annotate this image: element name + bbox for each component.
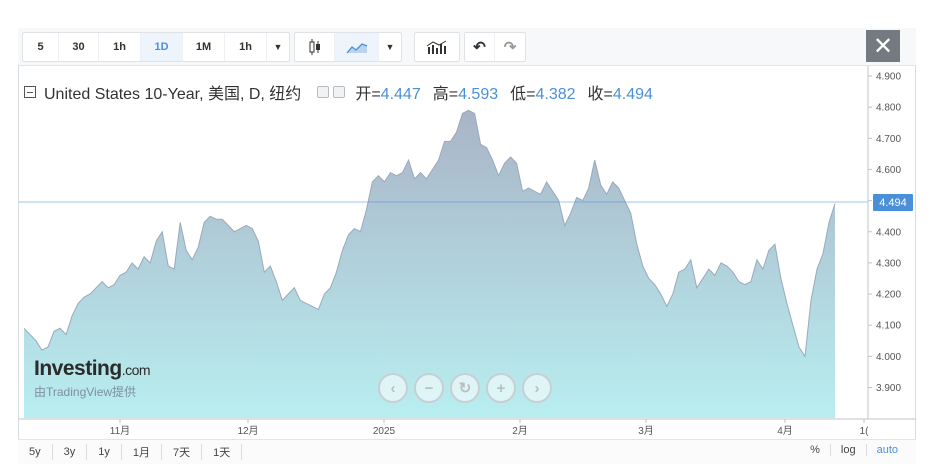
indicators-group bbox=[414, 32, 460, 62]
high-number: 4.593 bbox=[458, 86, 499, 103]
undo-icon: ↶ bbox=[473, 39, 486, 56]
x-tick-label: 4月 bbox=[777, 425, 793, 437]
open-number: 4.447 bbox=[380, 86, 421, 103]
chevron-down-icon: ▼ bbox=[273, 42, 283, 52]
y-tick-label: 4.200 bbox=[876, 290, 901, 301]
x-tick-label: 1( bbox=[860, 426, 870, 437]
eye-icon[interactable] bbox=[317, 86, 330, 98]
last-price-tag: 4.494 bbox=[873, 194, 913, 211]
scroll-left-button[interactable]: ‹ bbox=[378, 373, 408, 403]
x-tick-label: 2月 bbox=[512, 425, 528, 437]
collapse-legend-icon[interactable] bbox=[24, 86, 36, 98]
high-label: 高= bbox=[432, 86, 459, 103]
y-tick-label: 3.900 bbox=[876, 383, 901, 394]
low-label: 低= bbox=[510, 86, 536, 103]
low-value: 低=4.382 bbox=[510, 80, 575, 104]
log-scale-toggle[interactable]: log bbox=[829, 444, 866, 456]
close-value: 收=4.494 bbox=[588, 80, 653, 104]
chart-type-group: ▼ bbox=[294, 32, 402, 62]
zoom-out-button[interactable]: − bbox=[414, 373, 444, 403]
series-title: United States 10-Year, 美国, D, 纽约 bbox=[44, 86, 302, 103]
y-tick-label: 4.800 bbox=[876, 103, 901, 114]
plus-icon: + bbox=[496, 379, 506, 397]
close-button[interactable]: ✕ bbox=[866, 30, 900, 62]
chevron-left-icon: ‹ bbox=[390, 379, 396, 397]
chart-type-dropdown-button[interactable]: ▼ bbox=[379, 33, 401, 61]
undo-button[interactable]: ↶ bbox=[465, 33, 495, 61]
open-label: 开= bbox=[355, 86, 381, 103]
interval-group: 5 30 1h 1D 1M 1h ▼ bbox=[22, 32, 290, 62]
range-bar: 5y 3y 1y 1月 7天 1天 % log auto bbox=[18, 439, 916, 464]
low-number: 4.382 bbox=[535, 86, 576, 103]
interval-1h-dropdown[interactable]: 1h bbox=[225, 33, 267, 61]
area-chart-button[interactable] bbox=[335, 33, 379, 61]
scroll-right-button[interactable]: › bbox=[522, 373, 552, 403]
zoom-in-button[interactable]: + bbox=[486, 373, 516, 403]
x-tick-label: 11月 bbox=[110, 425, 130, 437]
range-3y[interactable]: 3y bbox=[53, 444, 88, 460]
brand-suffix: .com bbox=[121, 362, 151, 378]
area-chart-icon bbox=[346, 43, 367, 54]
y-tick-label: 4.100 bbox=[876, 321, 901, 332]
interval-1m[interactable]: 1M bbox=[183, 33, 225, 61]
close-number: 4.494 bbox=[612, 86, 653, 103]
redo-button[interactable]: ↷ bbox=[495, 33, 525, 61]
y-tick-label: 4.700 bbox=[876, 134, 901, 145]
brand-name: Investing bbox=[34, 357, 122, 380]
price-chart[interactable]: 4.9004.8004.7004.6004.5004.4004.3004.200… bbox=[0, 0, 932, 476]
close-label: 收= bbox=[587, 86, 613, 103]
y-tick-label: 4.900 bbox=[876, 72, 901, 83]
interval-1h[interactable]: 1h bbox=[99, 33, 141, 61]
zoom-controls: ‹ − ↻ + › bbox=[378, 373, 552, 403]
chevron-right-icon: › bbox=[534, 379, 540, 397]
range-5y[interactable]: 5y bbox=[18, 444, 53, 460]
settings-icon[interactable] bbox=[333, 86, 346, 98]
interval-30[interactable]: 30 bbox=[59, 33, 99, 61]
redo-icon: ↷ bbox=[503, 39, 517, 56]
candlestick-button[interactable] bbox=[295, 33, 335, 61]
indicators-button[interactable] bbox=[415, 33, 459, 61]
provider-credit: 由TradingView提供 bbox=[34, 385, 137, 399]
auto-scale-toggle[interactable]: auto bbox=[865, 444, 908, 456]
history-group: ↶ ↷ bbox=[464, 32, 526, 62]
y-tick-label: 4.300 bbox=[876, 258, 901, 269]
close-icon: ✕ bbox=[872, 32, 894, 60]
x-tick-label: 12月 bbox=[237, 425, 258, 437]
investing-watermark: Investing.com 由TradingView提供 bbox=[34, 357, 151, 400]
y-tick-label: 4.000 bbox=[876, 352, 901, 363]
x-tick-label: 3月 bbox=[638, 425, 654, 437]
high-value: 高=4.593 bbox=[433, 80, 498, 104]
chart-toolbar: 5 30 1h 1D 1M 1h ▼ ▼ ↶ ↷ bbox=[18, 28, 916, 66]
series-legend: United States 10-Year, 美国, D, 纽约 开=4.447… bbox=[24, 81, 665, 103]
brand-logo: Investing.com bbox=[34, 357, 151, 381]
range-1y[interactable]: 1y bbox=[87, 444, 122, 460]
x-axis-ticks: 11月 12月 2025 2月 3月 4月 1( bbox=[110, 419, 869, 437]
open-value: 开=4.447 bbox=[355, 80, 420, 104]
series-visibility-toggles bbox=[313, 86, 346, 98]
reset-icon: ↻ bbox=[458, 380, 472, 397]
interval-dropdown-button[interactable]: ▼ bbox=[267, 33, 289, 61]
indicators-icon bbox=[426, 40, 447, 54]
scale-options: % log auto bbox=[800, 444, 908, 456]
candlestick-icon bbox=[309, 39, 320, 55]
chevron-down-icon: ▼ bbox=[385, 42, 395, 52]
y-tick-label: 4.600 bbox=[876, 165, 901, 176]
minus-icon: − bbox=[424, 379, 434, 397]
x-tick-label: 2025 bbox=[373, 426, 396, 437]
range-1-day[interactable]: 1天 bbox=[202, 444, 243, 460]
y-axis-ticks: 4.9004.8004.7004.6004.5004.4004.3004.200… bbox=[868, 72, 901, 394]
range-7-days[interactable]: 7天 bbox=[162, 444, 203, 460]
reset-button[interactable]: ↻ bbox=[450, 373, 480, 403]
range-1-month[interactable]: 1月 bbox=[122, 444, 162, 460]
interval-5[interactable]: 5 bbox=[23, 33, 59, 61]
interval-1d[interactable]: 1D bbox=[141, 33, 183, 61]
percent-scale-toggle[interactable]: % bbox=[800, 444, 830, 456]
y-tick-label: 4.400 bbox=[876, 227, 901, 238]
